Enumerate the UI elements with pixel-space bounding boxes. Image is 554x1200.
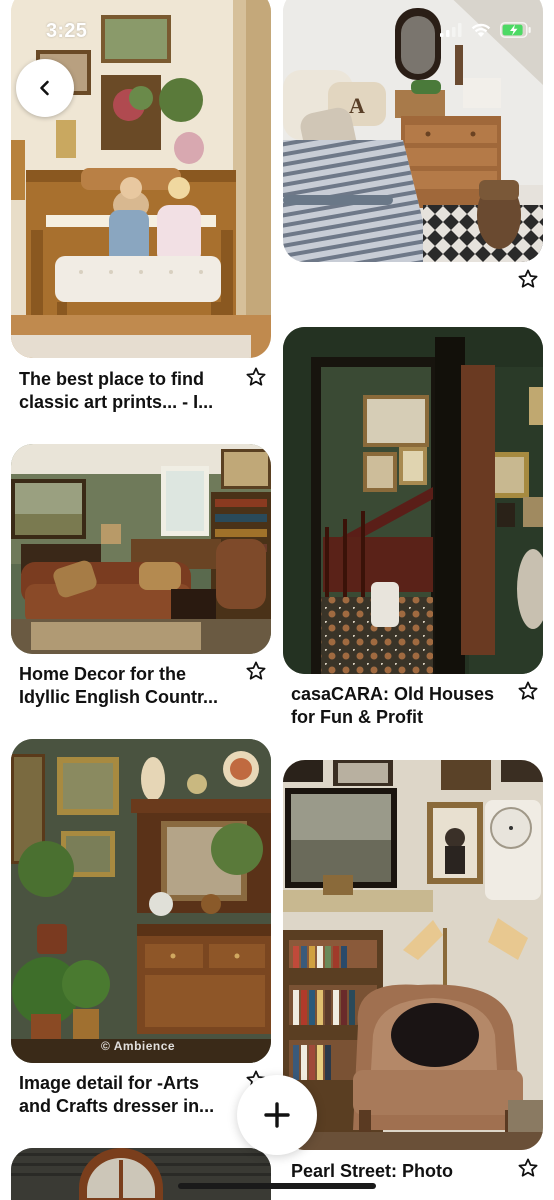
pin-image[interactable] — [283, 760, 543, 1150]
home-indicator — [178, 1183, 376, 1189]
pin-image[interactable] — [11, 0, 271, 358]
back-button[interactable] — [16, 59, 74, 117]
pin-image[interactable] — [283, 327, 543, 674]
add-button[interactable] — [237, 1075, 317, 1155]
plus-icon — [264, 1102, 290, 1128]
pin-image[interactable] — [11, 1148, 271, 1200]
pin-image[interactable]: © Ambience — [11, 739, 271, 1063]
pin-image[interactable]: A — [283, 0, 543, 262]
star-icon[interactable] — [517, 1157, 539, 1179]
svg-text:A: A — [349, 93, 365, 118]
pin-title: Image detail for -Arts and Crafts dresse… — [19, 1073, 215, 1116]
pin-card[interactable]: A — [283, 0, 543, 295]
image-watermark: © Ambience — [101, 1039, 176, 1053]
star-icon[interactable] — [517, 268, 539, 290]
pin-card[interactable] — [11, 1148, 271, 1200]
star-icon[interactable] — [245, 366, 267, 388]
star-icon[interactable] — [517, 680, 539, 702]
pin-card[interactable]: © Ambience Image detail for -Arts and Cr… — [11, 739, 271, 1121]
pin-title: Pearl Street: Photo — [291, 1161, 454, 1181]
pin-title: The best place to find classic art print… — [19, 369, 214, 412]
pin-image[interactable] — [11, 444, 271, 654]
star-icon[interactable] — [245, 660, 267, 682]
pin-title: Home Decor for the Idyllic English Count… — [19, 664, 219, 707]
pin-card[interactable]: Pearl Street: Photo — [283, 760, 543, 1200]
pin-card[interactable]: casaCARA: Old Houses for Fun & Profit — [283, 327, 543, 732]
pin-title: casaCARA: Old Houses for Fun & Profit — [291, 684, 495, 727]
pin-card[interactable]: Home Decor for the Idyllic English Count… — [11, 444, 271, 714]
chevron-left-icon — [40, 80, 49, 96]
